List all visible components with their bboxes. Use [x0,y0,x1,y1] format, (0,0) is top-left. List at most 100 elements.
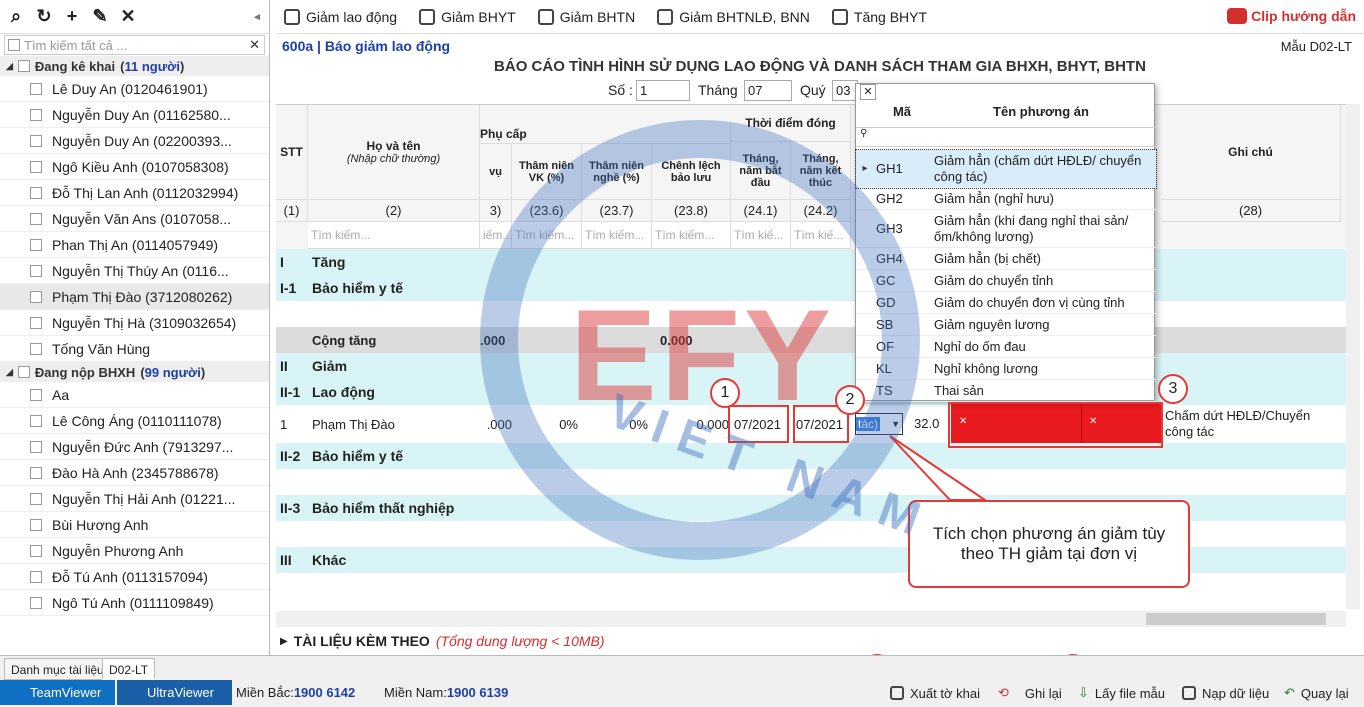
clear-icon[interactable]: ✕ [249,37,260,53]
save-button[interactable]: ⟲ Ghi lại [998,681,1062,705]
toolbar-button-2[interactable]: Giảm BHTN [537,8,635,25]
popup-option[interactable]: TS Thai sản [856,380,1156,402]
list-item[interactable]: Nguyễn Thị Hà (3109032654) [0,310,269,336]
item-checkbox[interactable] [30,544,42,557]
toolbar-button-0[interactable]: Giảm lao động [284,8,397,25]
chevron-down-icon[interactable]: ▼ [891,419,902,429]
left-search[interactable]: Tìm kiếm tất cả ... ✕ [4,35,265,55]
popup-option[interactable]: SB Giảm nguyên lương [856,314,1156,336]
teamviewer-button[interactable]: TeamViewer [0,680,115,705]
expand-icon[interactable]: ▶ [280,633,288,649]
item-checkbox[interactable] [30,440,42,453]
list-item[interactable]: Nguyễn Thị Hải Anh (01221... [0,486,269,512]
item-checkbox[interactable] [30,342,42,355]
close-icon[interactable]: ✕ [116,6,140,27]
thang-input[interactable]: 07 [744,80,792,101]
list-item[interactable]: Nguyễn Thị Vân Anh (0109... [0,616,269,618]
so-input[interactable]: 1 [636,80,690,101]
vertical-scrollbar[interactable] [1346,104,1360,609]
list-item[interactable]: Nguyễn Thị Thúy An (0116... [0,258,269,284]
popup-option[interactable]: GH2 Giảm hẳn (nghỉ hưu) [856,188,1156,210]
list-item[interactable]: Nguyễn Văn Ans (0107058... [0,206,269,232]
item-checkbox[interactable] [30,492,42,505]
back-button[interactable]: ↶ Quay lại [1284,681,1349,705]
filter-input[interactable]: Tìm kiế... [731,222,791,249]
highlight-from [728,405,789,443]
filter-input[interactable]: Tìm kiếm... [652,222,731,249]
list-item[interactable]: Nguyễn Phương Anh [0,538,269,564]
add-icon[interactable]: + [60,6,84,27]
tab-danh-muc[interactable]: Danh mục tài liệu [4,658,111,680]
list-item[interactable]: Tống Văn Hùng [0,336,269,362]
select-all-checkbox[interactable] [8,39,20,51]
filter-input[interactable]: Tìm kiếm... [512,222,582,249]
item-checkbox[interactable] [30,466,42,479]
item-checkbox[interactable] [30,570,42,583]
item-checkbox[interactable] [30,82,42,95]
left-search-input[interactable]: Tìm kiếm tất cả ... [24,38,127,53]
popup-option[interactable]: GD Giảm do chuyển đơn vị cùng tỉnh [856,292,1156,314]
popup-option[interactable]: OF Nghỉ do ốm đau [856,336,1156,358]
item-checkbox[interactable] [30,160,42,173]
import-data-button[interactable]: Nạp dữ liệu [1182,681,1269,705]
item-checkbox[interactable] [30,388,42,401]
popup-option[interactable]: ▸ GH1 Giảm hẳn (chấm dứt HĐLĐ/ chuyển công… [855,149,1157,189]
filter-input[interactable]: iếm... [480,222,512,249]
header-phucap: Phụ cấp [480,124,731,144]
list-item[interactable]: Phan Thị An (0114057949) [0,232,269,258]
toolbar-button-4[interactable]: Tăng BHYT [831,8,927,25]
item-checkbox[interactable] [30,290,42,303]
item-checkbox[interactable] [30,264,42,277]
export-button[interactable]: Xuất tờ khai [890,681,980,705]
list-item[interactable]: Nguyễn Đức Anh (7913297... [0,434,269,460]
list-item[interactable]: Nguyễn Duy An (02200393... [0,128,269,154]
toolbar-button-1[interactable]: Giảm BHYT [419,8,516,25]
list-item[interactable]: Ngô Kiều Anh (0107058308) [0,154,269,180]
item-label: Lê Công Áng (0110111078) [52,412,222,429]
list-item[interactable]: Nguyễn Duy An (01162580... [0,102,269,128]
form-code: Mẫu D02-LT [1280,39,1352,54]
item-checkbox[interactable] [30,596,42,609]
ultraviewer-button[interactable]: UltraViewer [117,680,232,705]
popup-header-ma: Mã [892,104,912,119]
filter-icon[interactable]: ⚲ [856,127,1156,147]
popup-option[interactable]: GH4 Giảm hẳn (bị chết) [856,248,1156,270]
close-icon[interactable]: ✕ [860,84,876,100]
popup-option[interactable]: GC Giảm do chuyển tỉnh [856,270,1156,292]
item-checkbox[interactable] [30,108,42,121]
item-checkbox[interactable] [30,414,42,427]
list-item[interactable]: Ngô Tú Anh (0111109849) [0,590,269,616]
edit-icon[interactable]: ✎ [88,6,112,27]
popup-option[interactable]: KL Nghỉ không lương [856,358,1156,380]
list-item[interactable]: Đỗ Tú Anh (0113157094) [0,564,269,590]
item-label: Đào Hà Anh (2345788678) [52,464,219,481]
refresh-icon[interactable]: ↻ [32,6,56,27]
toolbar-button-3[interactable]: Giảm BHTNLĐ, BNN [657,8,810,25]
search-icon[interactable]: ⌕ [4,6,28,27]
tab-d02-lt[interactable]: D02-LT [102,658,156,680]
item-checkbox[interactable] [30,238,42,251]
list-item[interactable]: Bùi Hương Anh [0,512,269,538]
list-item[interactable]: Đào Hà Anh (2345788678) [0,460,269,486]
filter-input[interactable]: Tìm kiếm... [582,222,652,249]
item-checkbox[interactable] [30,212,42,225]
load-template-button[interactable]: ⇩ Lấy file mẫu [1078,681,1165,705]
attach-section[interactable]: ▶ TÀI LIỆU KÈM THEO (Tổng dung lượng < 10… [280,633,605,649]
horizontal-scrollbar[interactable] [276,611,1346,627]
list-item[interactable]: Phạm Thị Đào (3712080262) [0,284,269,310]
list-item[interactable]: Aa [0,382,269,408]
list-item[interactable]: Lê Duy An (0120461901) [0,76,269,102]
clip-guide-button[interactable]: Clip hướng dẫn [1227,8,1356,24]
filter-input[interactable]: Tìm kiế... [791,222,851,249]
group-dang-nop[interactable]: ◢ Đang nộp BHXH (99 người) [0,362,269,382]
list-item[interactable]: Đỗ Thị Lan Anh (0112032994) [0,180,269,206]
item-checkbox[interactable] [30,316,42,329]
popup-option[interactable]: GH3 Giảm hẳn (khi đang nghỉ thai sản/ốm/k… [856,210,1156,248]
item-checkbox[interactable] [30,518,42,531]
group-dang-ke-khai[interactable]: ◢ Đang kê khai (11 người) [0,56,269,76]
item-checkbox[interactable] [30,134,42,147]
collapse-icon[interactable]: ◂ [245,10,269,23]
filter-input[interactable]: Tìm kiếm... [308,222,480,249]
item-checkbox[interactable] [30,186,42,199]
list-item[interactable]: Lê Công Áng (0110111078) [0,408,269,434]
